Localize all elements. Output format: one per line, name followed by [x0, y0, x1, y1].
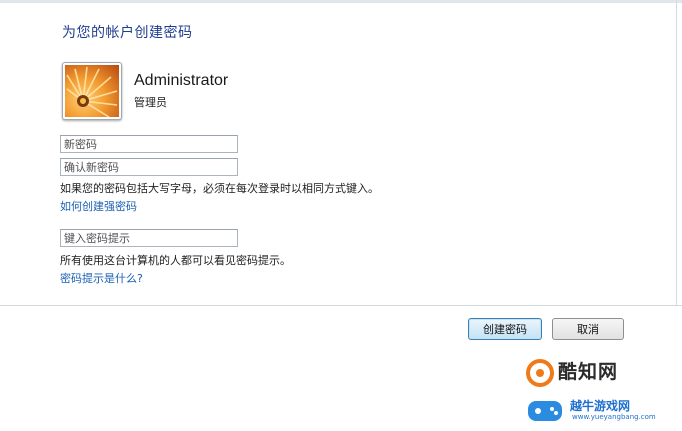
watermark-url: www.yueyangbang.com	[572, 413, 656, 421]
footer-separator	[0, 305, 682, 306]
password-hint-help-link[interactable]: 密码提示是什么?	[60, 270, 143, 286]
cancel-button[interactable]: 取消	[552, 318, 624, 340]
watermark-game-icon	[528, 401, 562, 421]
dialog-title: 为您的帐户创建密码	[62, 25, 193, 41]
right-border	[676, 0, 677, 305]
new-password-field[interactable]	[60, 135, 238, 153]
watermark-logo-text: 酷知网	[558, 361, 619, 383]
watermark-site-name: 越牛游戏网	[570, 399, 631, 413]
strong-password-link[interactable]: 如何创建强密码	[60, 198, 137, 214]
account-role: 管理员	[134, 96, 167, 109]
watermark-logo-icon	[526, 359, 554, 387]
site-watermark: 酷知网 越牛游戏网 www.yueyangbang.com	[522, 355, 682, 431]
flower-picture-icon	[65, 65, 119, 117]
account-name: Administrator	[134, 72, 229, 89]
create-password-button[interactable]: 创建密码	[468, 318, 542, 340]
user-avatar	[62, 62, 122, 120]
password-hint-field[interactable]	[60, 229, 238, 247]
confirm-password-field[interactable]	[60, 158, 238, 176]
case-sensitivity-note: 如果您的密码包括大写字母，必须在每次登录时以相同方式键入。	[60, 182, 379, 195]
hint-visibility-note: 所有使用这台计算机的人都可以看见密码提示。	[60, 254, 291, 267]
top-border	[0, 0, 682, 3]
